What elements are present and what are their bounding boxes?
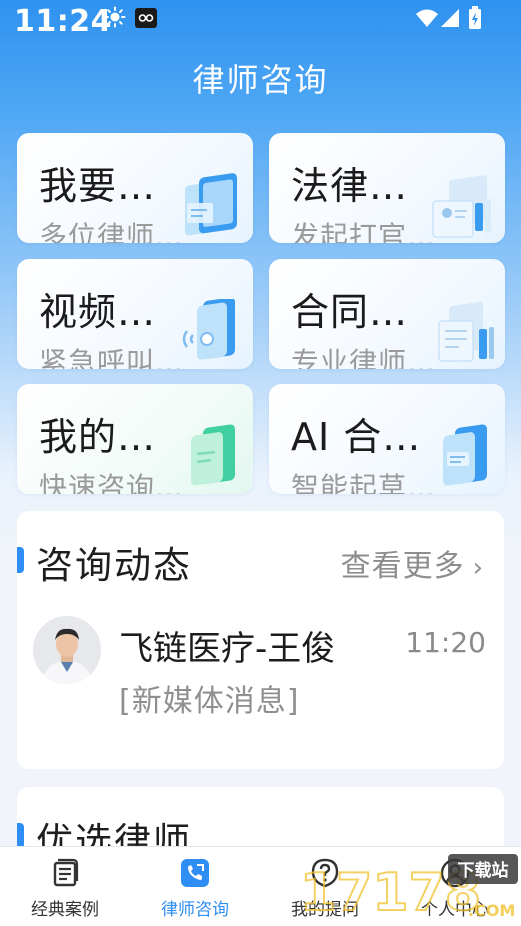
tab-label: 个人中心 <box>421 900 489 920</box>
message-preview: [新媒体消息] <box>119 684 300 719</box>
wifi-icon <box>416 9 438 27</box>
status-bar: 11:24 <box>0 0 521 44</box>
id-document-icon <box>432 175 491 238</box>
tab-label: 我的提问 <box>291 900 359 920</box>
consult-updates-card: 咨询动态 查看更多 › 飞链医疗-王俊 11:20 [新媒体消息] <box>17 511 504 769</box>
tile-title: 视频… <box>39 290 157 334</box>
chat-card-icon <box>191 424 235 486</box>
phone-card-icon <box>185 173 237 236</box>
view-more-link[interactable]: 查看更多 › <box>341 541 484 585</box>
avatar <box>33 616 101 684</box>
battery-icon <box>469 6 481 29</box>
tab-label: 经典案例 <box>31 900 99 920</box>
bottom-tab-bar: 经典案例 律师咨询 我的提问 个人中心 <box>0 846 521 926</box>
contract-document-icon <box>438 301 494 362</box>
tile-contract[interactable]: 合同… 专业律师… <box>269 259 505 369</box>
tile-subtitle: 发起打官… <box>291 220 437 243</box>
ai-draft-icon <box>443 424 487 486</box>
sun-icon <box>104 6 126 28</box>
tile-subtitle: 多位律师… <box>39 220 185 243</box>
tile-title: 我要… <box>39 164 157 208</box>
tile-title: 合同… <box>291 290 409 334</box>
section-title: 咨询动态 <box>36 544 192 587</box>
book-icon <box>53 858 79 887</box>
signal-icon <box>441 9 459 27</box>
tile-subtitle: 紧急呼叫… <box>39 346 185 369</box>
phone-call-icon <box>181 859 209 887</box>
tab-label: 律师咨询 <box>161 900 229 920</box>
tile-subtitle: 快速咨询… <box>39 471 185 494</box>
tile-title: 我的… <box>39 415 157 459</box>
notification-app-icon <box>135 8 157 28</box>
chevron-right-icon: › <box>472 553 484 583</box>
tile-subtitle: 专业律师… <box>291 346 437 369</box>
message-time: 11:20 <box>405 626 486 659</box>
view-more-label: 查看更多 <box>340 549 465 584</box>
page-title: 律师咨询 <box>192 61 329 99</box>
user-icon <box>440 858 470 888</box>
status-time: 11:24 <box>14 4 112 39</box>
question-icon <box>311 858 339 888</box>
tab-lawyer-consult[interactable]: 律师咨询 <box>130 847 260 926</box>
tile-legal[interactable]: 法律… 发起打官… <box>269 133 505 243</box>
tab-my-questions[interactable]: 我的提问 <box>260 847 390 926</box>
tab-profile[interactable]: 个人中心 <box>390 847 520 926</box>
tile-consult[interactable]: 我要… 多位律师… <box>17 133 253 243</box>
tab-classic-cases[interactable]: 经典案例 <box>0 847 130 926</box>
section-accent-bar <box>17 547 24 573</box>
tile-title: AI 合… <box>291 415 422 459</box>
tile-my[interactable]: 我的… 快速咨询… <box>17 384 253 494</box>
tile-subtitle: 智能起草… <box>291 471 437 494</box>
tile-ai-contract[interactable]: AI 合… 智能起草… <box>269 384 505 494</box>
video-call-icon <box>182 299 235 360</box>
tile-video[interactable]: 视频… 紧急呼叫… <box>17 259 253 369</box>
tile-title: 法律… <box>291 164 409 208</box>
message-sender-name: 飞链医疗-王俊 <box>119 629 336 669</box>
